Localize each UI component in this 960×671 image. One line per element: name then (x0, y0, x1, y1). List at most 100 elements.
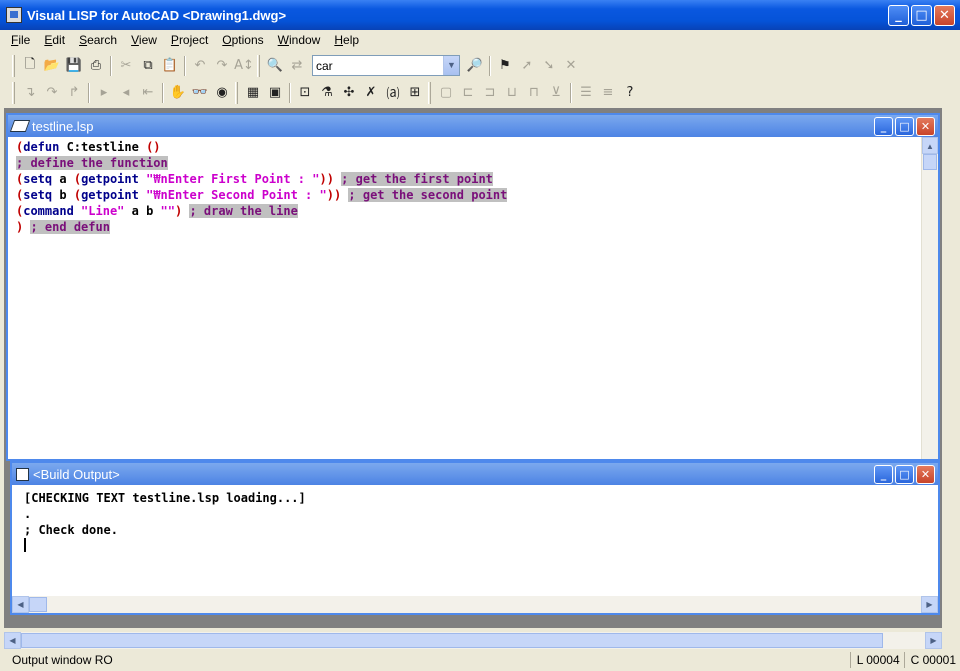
cut-icon[interactable]: ✂ (115, 55, 137, 77)
comment-block-icon[interactable]: ☰ (575, 82, 597, 104)
code-line[interactable]: (defun C:testline () (16, 139, 507, 155)
toolbar-grip[interactable] (12, 81, 15, 104)
toolbar-grip[interactable] (257, 54, 260, 77)
toolbar-grip[interactable] (235, 81, 238, 104)
step-over-icon[interactable]: ↷ (41, 82, 63, 104)
search-combo[interactable]: car ▼ (312, 55, 460, 76)
close-button[interactable]: ✕ (934, 5, 955, 26)
menu-options[interactable]: Options (215, 33, 270, 47)
print-icon[interactable]: ⎙ (85, 55, 107, 77)
open-file-icon[interactable]: 📂 (41, 55, 63, 77)
complete-word-icon[interactable]: A↕ (233, 55, 255, 77)
code-token-cmt: ; get the first point (341, 172, 493, 186)
code-editor[interactable]: (defun C:testline (); define the functio… (16, 139, 508, 235)
window-controls: _ □ ✕ (888, 5, 955, 26)
code-line[interactable]: (command "Line" a b "") ; draw the line (16, 203, 507, 219)
format-selection-icon[interactable]: ⊏ (457, 82, 479, 104)
toolbar-grip[interactable] (428, 81, 431, 104)
output-line: ; Check done. (24, 523, 118, 537)
code-line[interactable]: (setq b (getpoint "₩nEnter Second Point … (16, 187, 508, 203)
help-icon[interactable]: ? (619, 82, 641, 104)
symbol-service-icon[interactable]: ✣ (338, 82, 360, 104)
format-edit-window-icon[interactable]: ▢ (435, 82, 457, 104)
find-icon[interactable]: 🔍 (264, 55, 286, 77)
reset-icon[interactable]: ⇤ (137, 82, 159, 104)
output-close-button[interactable]: ✕ (916, 465, 935, 484)
output-window-icon (16, 467, 29, 481)
apropos-icon[interactable]: ✗ (360, 82, 382, 104)
editor-title-bar[interactable]: testline.lsp _ □ ✕ (8, 115, 938, 137)
scroll-right-icon[interactable]: ▶ (925, 632, 942, 649)
save-icon[interactable]: 💾 (63, 55, 85, 77)
editor-minimize-button[interactable]: _ (874, 117, 893, 136)
toggle-breakpoint-icon[interactable]: ✋ (167, 82, 189, 104)
code-line[interactable]: (setq a (getpoint "₩nEnter First Point :… (16, 171, 507, 187)
menu-window[interactable]: Window (271, 33, 328, 47)
code-line[interactable]: ; define the function (16, 155, 507, 171)
last-break-icon[interactable]: ◉ (211, 82, 233, 104)
redo-icon[interactable]: ↷ (211, 55, 233, 77)
scroll-thumb[interactable] (21, 633, 883, 648)
scroll-thumb[interactable] (29, 597, 47, 612)
output-maximize-button[interactable]: □ (895, 465, 914, 484)
editor-close-button[interactable]: ✕ (916, 117, 935, 136)
paste-icon[interactable]: 📋 (159, 55, 181, 77)
output-minimize-button[interactable]: _ (874, 465, 893, 484)
output-horizontal-scrollbar[interactable]: ◀ ▶ (12, 596, 938, 613)
menu-help[interactable]: Help (327, 33, 366, 47)
trace-icon[interactable]: ⚗ (316, 82, 338, 104)
activate-autocad-icon[interactable]: ▦ (242, 82, 264, 104)
bookmark-toggle-icon[interactable]: ⚑ (494, 55, 516, 77)
maximize-button[interactable]: □ (911, 5, 932, 26)
search-combo-value[interactable]: car (313, 59, 443, 73)
uncomment-block-icon[interactable]: ≡ (597, 82, 619, 104)
scroll-thumb[interactable] (923, 154, 937, 170)
code-token-cmt: ; get the second point (348, 188, 508, 202)
load-active-window-icon[interactable]: ⊓ (523, 82, 545, 104)
step-out-icon[interactable]: ↱ (63, 82, 85, 104)
scroll-left-icon[interactable]: ◀ (4, 632, 21, 649)
apropos-window-icon[interactable]: ⊞ (404, 82, 426, 104)
check-selection-icon[interactable]: ⊔ (501, 82, 523, 104)
menu-search[interactable]: Search (72, 33, 124, 47)
editor-vertical-scrollbar[interactable]: ▲ (921, 137, 938, 459)
continue-icon[interactable]: ▸ (93, 82, 115, 104)
undo-icon[interactable]: ↶ (189, 55, 211, 77)
minimize-button[interactable]: _ (888, 5, 909, 26)
next-bookmark-icon[interactable]: ➚ (516, 55, 538, 77)
app-icon[interactable] (6, 7, 22, 23)
menu-file[interactable]: File (4, 33, 37, 47)
add-watch-icon[interactable]: 👓 (189, 82, 211, 104)
code-line[interactable]: ) ; end defun (16, 219, 507, 235)
scroll-right-icon[interactable]: ▶ (921, 596, 938, 613)
output-title-bar[interactable]: <Build Output> _ □ ✕ (12, 463, 938, 485)
inspect-icon[interactable]: ⊡ (294, 82, 316, 104)
scroll-left-icon[interactable]: ◀ (12, 596, 29, 613)
copy-icon[interactable]: ⧉ (137, 55, 159, 77)
toolbar-grip[interactable] (12, 54, 15, 77)
editor-maximize-button[interactable]: □ (895, 117, 914, 136)
find-toolbar-icon[interactable]: 🔎 (464, 55, 486, 77)
load-selection-icon[interactable]: ⊻ (545, 82, 567, 104)
check-edit-window-icon[interactable]: ⊐ (479, 82, 501, 104)
toolbar-separator (162, 82, 164, 103)
chevron-down-icon[interactable]: ▼ (443, 56, 459, 75)
main-horizontal-scrollbar[interactable]: ◀ ▶ (4, 632, 942, 649)
output-text[interactable]: [CHECKING TEXT testline.lsp loading...].… (24, 490, 306, 554)
code-token-paren: ( (73, 172, 82, 186)
menu-view[interactable]: View (124, 33, 164, 47)
quit-icon[interactable]: ◂ (115, 82, 137, 104)
previous-bookmark-icon[interactable]: ➘ (538, 55, 560, 77)
new-file-icon[interactable]: 🗋 (19, 55, 41, 77)
code-token-kw: defun (23, 140, 60, 154)
help-paren-icon[interactable]: ⒜ (382, 82, 404, 104)
code-token-cmt: ; define the function (16, 156, 168, 170)
window-select-icon[interactable]: ▣ (264, 82, 286, 104)
step-into-icon[interactable]: ↴ (19, 82, 41, 104)
clear-bookmarks-icon[interactable]: ✕ (560, 55, 582, 77)
scroll-up-icon[interactable]: ▲ (922, 137, 938, 154)
menu-edit[interactable]: Edit (37, 33, 72, 47)
menu-project[interactable]: Project (164, 33, 215, 47)
replace-icon[interactable]: ⇄ (286, 55, 308, 77)
code-token-txt: a (52, 172, 74, 186)
